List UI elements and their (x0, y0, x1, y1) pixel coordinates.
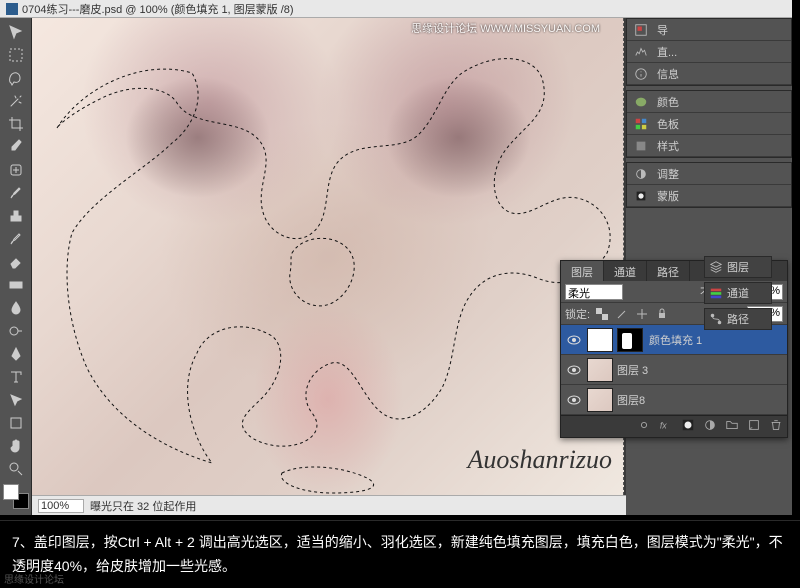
color-swatches[interactable] (3, 484, 29, 509)
document-image: Auoshanrizuo (32, 18, 624, 495)
lock-pixels-icon[interactable] (614, 307, 630, 321)
crop-tool[interactable] (3, 113, 29, 134)
new-layer-icon[interactable] (747, 418, 761, 435)
visibility-icon[interactable] (565, 331, 583, 349)
mini-panel-layers[interactable]: 图层 (704, 256, 772, 278)
layers-bottom-bar: fx (561, 415, 787, 437)
layer-mask-thumbnail[interactable] (617, 328, 643, 352)
path-selection-tool[interactable] (3, 389, 29, 410)
magic-wand-tool[interactable] (3, 90, 29, 111)
link-layers-icon[interactable] (637, 418, 651, 435)
panel-info[interactable]: 信息 (627, 63, 791, 85)
instruction-text: 7、盖印图层，按Ctrl + Alt + 2 调出高光选区，适当的缩小、羽化选区… (0, 520, 800, 588)
panel-masks[interactable]: 蒙版 (627, 185, 791, 207)
zoom-level[interactable]: 100% (38, 499, 84, 513)
mini-panel-paths[interactable]: 路径 (704, 308, 772, 330)
signature-text: Auoshanrizuo (468, 445, 612, 475)
panel-adjustments[interactable]: 调整 (627, 163, 791, 185)
eraser-tool[interactable] (3, 251, 29, 272)
panel-styles[interactable]: 样式 (627, 135, 791, 157)
gradient-tool[interactable] (3, 274, 29, 295)
panel-navigator[interactable]: 导 (627, 19, 791, 41)
pen-tool[interactable] (3, 343, 29, 364)
layer-thumbnail[interactable] (587, 328, 613, 352)
move-tool[interactable] (3, 21, 29, 42)
title-bar: 0704练习---磨皮.psd @ 100% (颜色填充 1, 图层蒙版 /8) (0, 0, 792, 18)
lasso-tool[interactable] (3, 67, 29, 88)
eyedropper-tool[interactable] (3, 136, 29, 157)
type-tool[interactable] (3, 366, 29, 387)
zoom-tool[interactable] (3, 458, 29, 479)
svg-text:fx: fx (660, 421, 667, 431)
lock-transparency-icon[interactable] (594, 307, 610, 321)
bottom-watermark: 思缘设计论坛 (4, 571, 64, 586)
right-mini-panels: 图层 通道 路径 (704, 256, 772, 330)
tab-paths[interactable]: 路径 (647, 261, 690, 281)
brush-tool[interactable] (3, 182, 29, 203)
shape-tool[interactable] (3, 412, 29, 433)
history-brush-tool[interactable] (3, 228, 29, 249)
layer-name[interactable]: 图层8 (617, 392, 783, 408)
layer-name[interactable]: 图层 3 (617, 362, 783, 378)
canvas-area[interactable]: Auoshanrizuo 思缘设计论坛 WWW.MISSYUAN.COM (32, 18, 626, 515)
layer-row[interactable]: 图层 3 (561, 355, 787, 385)
adjustment-layer-icon[interactable] (703, 418, 717, 435)
stamp-tool[interactable] (3, 205, 29, 226)
status-bar: 100% 曝光只在 32 位起作用 (32, 495, 626, 515)
window-title: 0704练习---磨皮.psd @ 100% (颜色填充 1, 图层蒙版 /8) (22, 1, 294, 17)
layer-thumbnail[interactable] (587, 358, 613, 382)
tab-layers[interactable]: 图层 (561, 261, 604, 281)
blur-tool[interactable] (3, 297, 29, 318)
group-icon[interactable] (725, 418, 739, 435)
toolbox (0, 18, 32, 515)
marquee-tool[interactable] (3, 44, 29, 65)
layer-name[interactable]: 颜色填充 1 (649, 332, 783, 348)
watermark: 思缘设计论坛 WWW.MISSYUAN.COM (411, 20, 600, 36)
mask-icon[interactable] (681, 418, 695, 435)
blend-mode-select[interactable]: 柔光 (565, 284, 623, 300)
tab-channels[interactable]: 通道 (604, 261, 647, 281)
lock-label: 锁定: (565, 306, 590, 322)
trash-icon[interactable] (769, 418, 783, 435)
healing-brush-tool[interactable] (3, 159, 29, 180)
lock-position-icon[interactable] (634, 307, 650, 321)
visibility-icon[interactable] (565, 391, 583, 409)
panel-color[interactable]: 颜色 (627, 91, 791, 113)
mini-panel-channels[interactable]: 通道 (704, 282, 772, 304)
status-message: 曝光只在 32 位起作用 (90, 498, 196, 514)
panel-swatches[interactable]: 色板 (627, 113, 791, 135)
hand-tool[interactable] (3, 435, 29, 456)
lock-all-icon[interactable] (654, 307, 670, 321)
dodge-tool[interactable] (3, 320, 29, 341)
document-icon (6, 3, 18, 15)
layer-thumbnail[interactable] (587, 388, 613, 412)
panel-histogram[interactable]: 直... (627, 41, 791, 63)
visibility-icon[interactable] (565, 361, 583, 379)
fx-icon[interactable]: fx (659, 418, 673, 435)
foreground-color[interactable] (3, 484, 19, 500)
layer-row[interactable]: 图层8 (561, 385, 787, 415)
